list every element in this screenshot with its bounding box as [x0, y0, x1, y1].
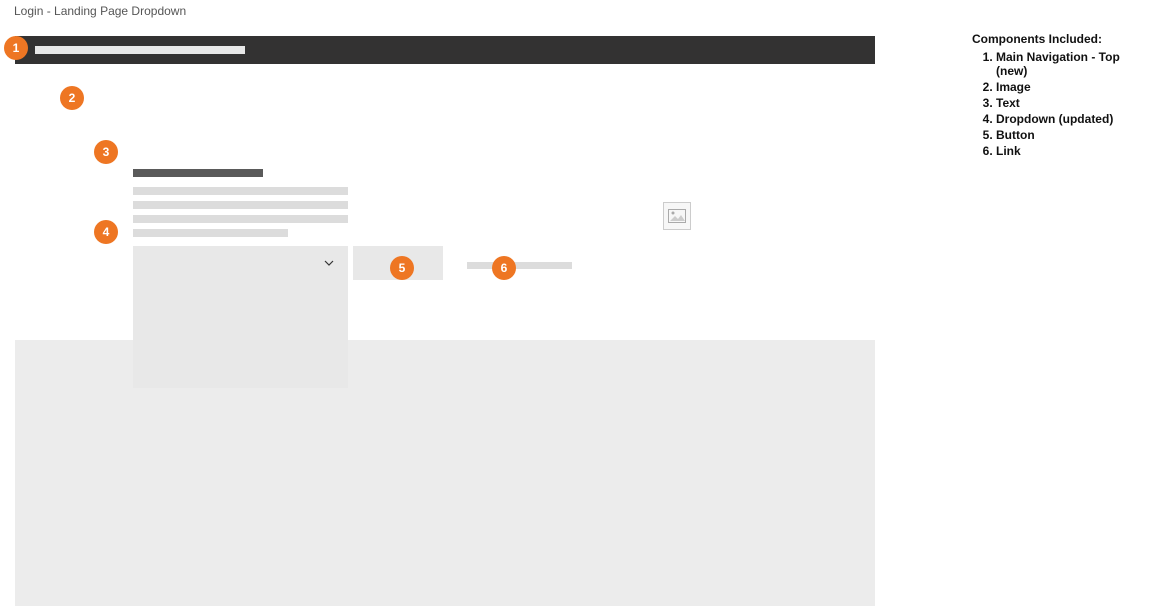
image-icon [668, 209, 686, 223]
dropdown-panel[interactable] [133, 280, 348, 388]
text-line-placeholder [133, 215, 348, 223]
main-navigation-top[interactable] [15, 36, 875, 64]
text-line-placeholder [133, 201, 348, 209]
text-block [133, 169, 348, 243]
components-legend: Components Included: Main Navigation - T… [972, 32, 1152, 160]
link[interactable] [467, 262, 572, 269]
text-line-placeholder [133, 187, 348, 195]
page-title: Login - Landing Page Dropdown [14, 4, 186, 18]
legend-item: Text [996, 96, 1152, 110]
legend-item: Button [996, 128, 1152, 142]
legend-item: Dropdown (updated) [996, 112, 1152, 126]
annotation-marker-4: 4 [94, 220, 118, 244]
legend-item: Link [996, 144, 1152, 158]
nav-placeholder [35, 46, 245, 54]
legend-item: Main Navigation - Top (new) [996, 50, 1152, 78]
annotation-marker-5: 5 [390, 256, 414, 280]
dropdown[interactable] [133, 246, 348, 280]
annotation-marker-1: 1 [4, 36, 28, 60]
image-placeholder [663, 202, 691, 230]
chevron-down-icon [324, 260, 334, 266]
annotation-marker-3: 3 [94, 140, 118, 164]
legend-title: Components Included: [972, 32, 1152, 46]
annotation-marker-2: 2 [60, 86, 84, 110]
legend-list: Main Navigation - Top (new) Image Text D… [972, 50, 1152, 158]
annotation-marker-6: 6 [492, 256, 516, 280]
text-heading-placeholder [133, 169, 263, 177]
text-line-placeholder [133, 229, 288, 237]
legend-item: Image [996, 80, 1152, 94]
wireframe-frame [15, 36, 875, 606]
content-area [15, 64, 875, 340]
